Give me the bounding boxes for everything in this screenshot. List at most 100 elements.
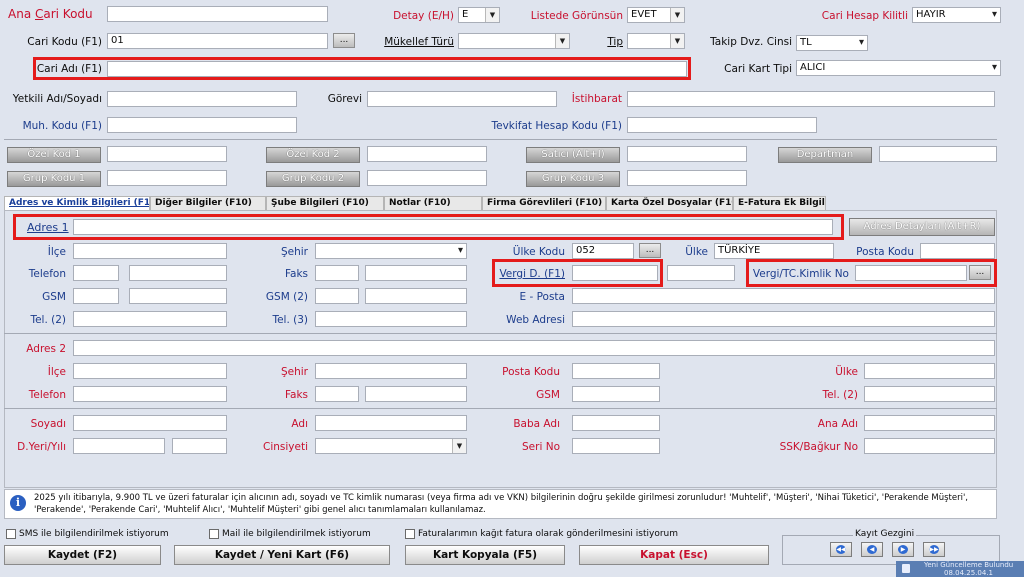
grup-kodu-1-button[interactable]: Grup Kodu 1 [7, 171, 101, 187]
tab-sube-bilgileri[interactable]: Şube Bilgileri (F10) [266, 196, 384, 210]
nav-last-icon: ▶▶ [929, 545, 939, 554]
adres1-input[interactable] [73, 219, 833, 235]
muh-kodu-label: Muh. Kodu (F1) [22, 120, 102, 132]
listede-select[interactable]: EVET [627, 7, 685, 23]
yetkili-input[interactable] [107, 91, 297, 107]
baba-adi-label: Baba Adı [513, 418, 560, 430]
update-notice[interactable]: Yeni Güncelleme Bulundu 08.04.25.04.1 [896, 561, 1024, 577]
telefon-label: Telefon [28, 268, 66, 280]
cinsiyeti-label: Cinsiyeti [263, 441, 308, 453]
telefon-input[interactable] [129, 265, 227, 281]
vergi-d-input[interactable] [572, 265, 658, 281]
mukellef-select[interactable] [458, 33, 570, 49]
ilce2-input[interactable] [73, 363, 227, 379]
nav-prev-button[interactable]: ◀ [861, 542, 883, 557]
sehir-select[interactable] [315, 243, 467, 259]
kaydet-button[interactable]: Kaydet (F2) [4, 545, 161, 565]
gsm2-alan-input[interactable] [315, 288, 359, 304]
ulke-kodu-input[interactable]: 052 [572, 243, 634, 259]
update-line2: 08.04.25.04.1 [944, 569, 993, 577]
vergi-tc-lookup-button[interactable]: ... [969, 265, 991, 280]
tab-notlar[interactable]: Notlar (F10) [384, 196, 482, 210]
gsm-input[interactable] [129, 288, 227, 304]
mukellef-label: Mükellef Türü [384, 36, 454, 48]
soyadi-input[interactable] [73, 415, 227, 431]
grup-kodu-1-input[interactable] [107, 170, 227, 186]
satici-input[interactable] [627, 146, 747, 162]
ulke-input[interactable]: TÜRKİYE [714, 243, 834, 259]
cari-adi-input[interactable] [107, 61, 687, 77]
vergi-tc-input[interactable] [855, 265, 967, 281]
posta-kodu-input[interactable] [920, 243, 995, 259]
ulke2-input[interactable] [864, 363, 995, 379]
ana-adi-input[interactable] [864, 415, 995, 431]
tevkifat-input[interactable] [627, 117, 817, 133]
telefon-alan-input[interactable] [73, 265, 119, 281]
ana-cari-kodu-input[interactable] [107, 6, 328, 22]
tel2-input[interactable] [73, 311, 227, 327]
tab-e-fatura[interactable]: E-Fatura Ek Bilgiler [733, 196, 826, 210]
departman-input[interactable] [879, 146, 997, 162]
sehir2-input[interactable] [315, 363, 467, 379]
tab-firma-gorevlileri[interactable]: Firma Görevlileri (F10) [482, 196, 606, 210]
muh-kodu-input[interactable] [107, 117, 297, 133]
nav-next-button[interactable]: ▶ [892, 542, 914, 557]
faks-alan-input[interactable] [315, 265, 359, 281]
kapat-button[interactable]: Kapat (Esc) [579, 545, 769, 565]
gsm3-input[interactable] [572, 386, 660, 402]
gsm-alan-input[interactable] [73, 288, 119, 304]
detay-select[interactable]: E [458, 7, 500, 23]
grup-kodu-3-button[interactable]: Grup Kodu 3 [526, 171, 620, 187]
tip-select[interactable] [627, 33, 685, 49]
adres2-input[interactable] [73, 340, 995, 356]
grup-kodu-3-input[interactable] [627, 170, 747, 186]
ozel-kod-2-button[interactable]: Özel Kod 2 [266, 147, 360, 163]
tab-karta-ozel-dosyalar[interactable]: Karta Özel Dosyalar (F10) [606, 196, 733, 210]
kart-kopyala-button[interactable]: Kart Kopyala (F5) [405, 545, 565, 565]
tab-adres-kimlik[interactable]: Adres ve Kimlik Bilgileri (F10) [4, 196, 150, 211]
posta-kodu2-input[interactable] [572, 363, 660, 379]
nav-last-button[interactable]: ▶▶ [923, 542, 945, 557]
eposta-input[interactable] [572, 288, 995, 304]
ssk-input[interactable] [864, 438, 995, 454]
vergi-d-ad-input[interactable] [667, 265, 735, 281]
faks2-input[interactable] [365, 386, 467, 402]
tel3-input[interactable] [315, 311, 467, 327]
dyili-input[interactable] [172, 438, 227, 454]
satici-button[interactable]: Satıcı (Alt+I) [526, 147, 620, 163]
kilitli-select[interactable]: HAYIR [912, 7, 1001, 23]
tab-diger-bilgiler[interactable]: Diğer Bilgiler (F10) [150, 196, 266, 210]
ozel-kod-1-button[interactable]: Özel Kod 1 [7, 147, 101, 163]
istihbarat-input[interactable] [627, 91, 995, 107]
takip-select[interactable]: TL [796, 35, 868, 51]
mail-checkbox[interactable] [209, 529, 219, 539]
cari-kodu-input[interactable]: 01 [107, 33, 328, 49]
sms-checkbox[interactable] [6, 529, 16, 539]
grup-kodu-2-input[interactable] [367, 170, 487, 186]
ilce-label: İlçe [47, 246, 66, 258]
gsm2-input[interactable] [365, 288, 467, 304]
kaydet-yeni-kart-button[interactable]: Kaydet / Yeni Kart (F6) [174, 545, 390, 565]
kart-tipi-select[interactable]: ALICI [796, 60, 1001, 76]
adi-input[interactable] [315, 415, 467, 431]
dyeri-input[interactable] [73, 438, 165, 454]
faks-input[interactable] [365, 265, 467, 281]
ozel-kod-2-input[interactable] [367, 146, 487, 162]
seri-no-input[interactable] [572, 438, 660, 454]
baba-adi-input[interactable] [572, 415, 660, 431]
ozel-kod-1-input[interactable] [107, 146, 227, 162]
gorevi-input[interactable] [367, 91, 557, 107]
grup-kodu-2-button[interactable]: Grup Kodu 2 [266, 171, 360, 187]
cinsiyeti-select[interactable] [315, 438, 467, 454]
telefon2-input[interactable] [73, 386, 227, 402]
adres-detay-button[interactable]: Adres Detayları (Alt+R) [849, 218, 995, 236]
faks2-alan-input[interactable] [315, 386, 359, 402]
kagit-checkbox[interactable] [405, 529, 415, 539]
departman-button[interactable]: Departman [778, 147, 872, 163]
web-input[interactable] [572, 311, 995, 327]
nav-first-button[interactable]: ◀◀ [830, 542, 852, 557]
ulke-kodu-lookup-button[interactable]: ... [639, 243, 661, 258]
cari-kodu-lookup-button[interactable]: ... [333, 33, 355, 48]
ilce-input[interactable] [73, 243, 227, 259]
tel2b-input[interactable] [864, 386, 995, 402]
